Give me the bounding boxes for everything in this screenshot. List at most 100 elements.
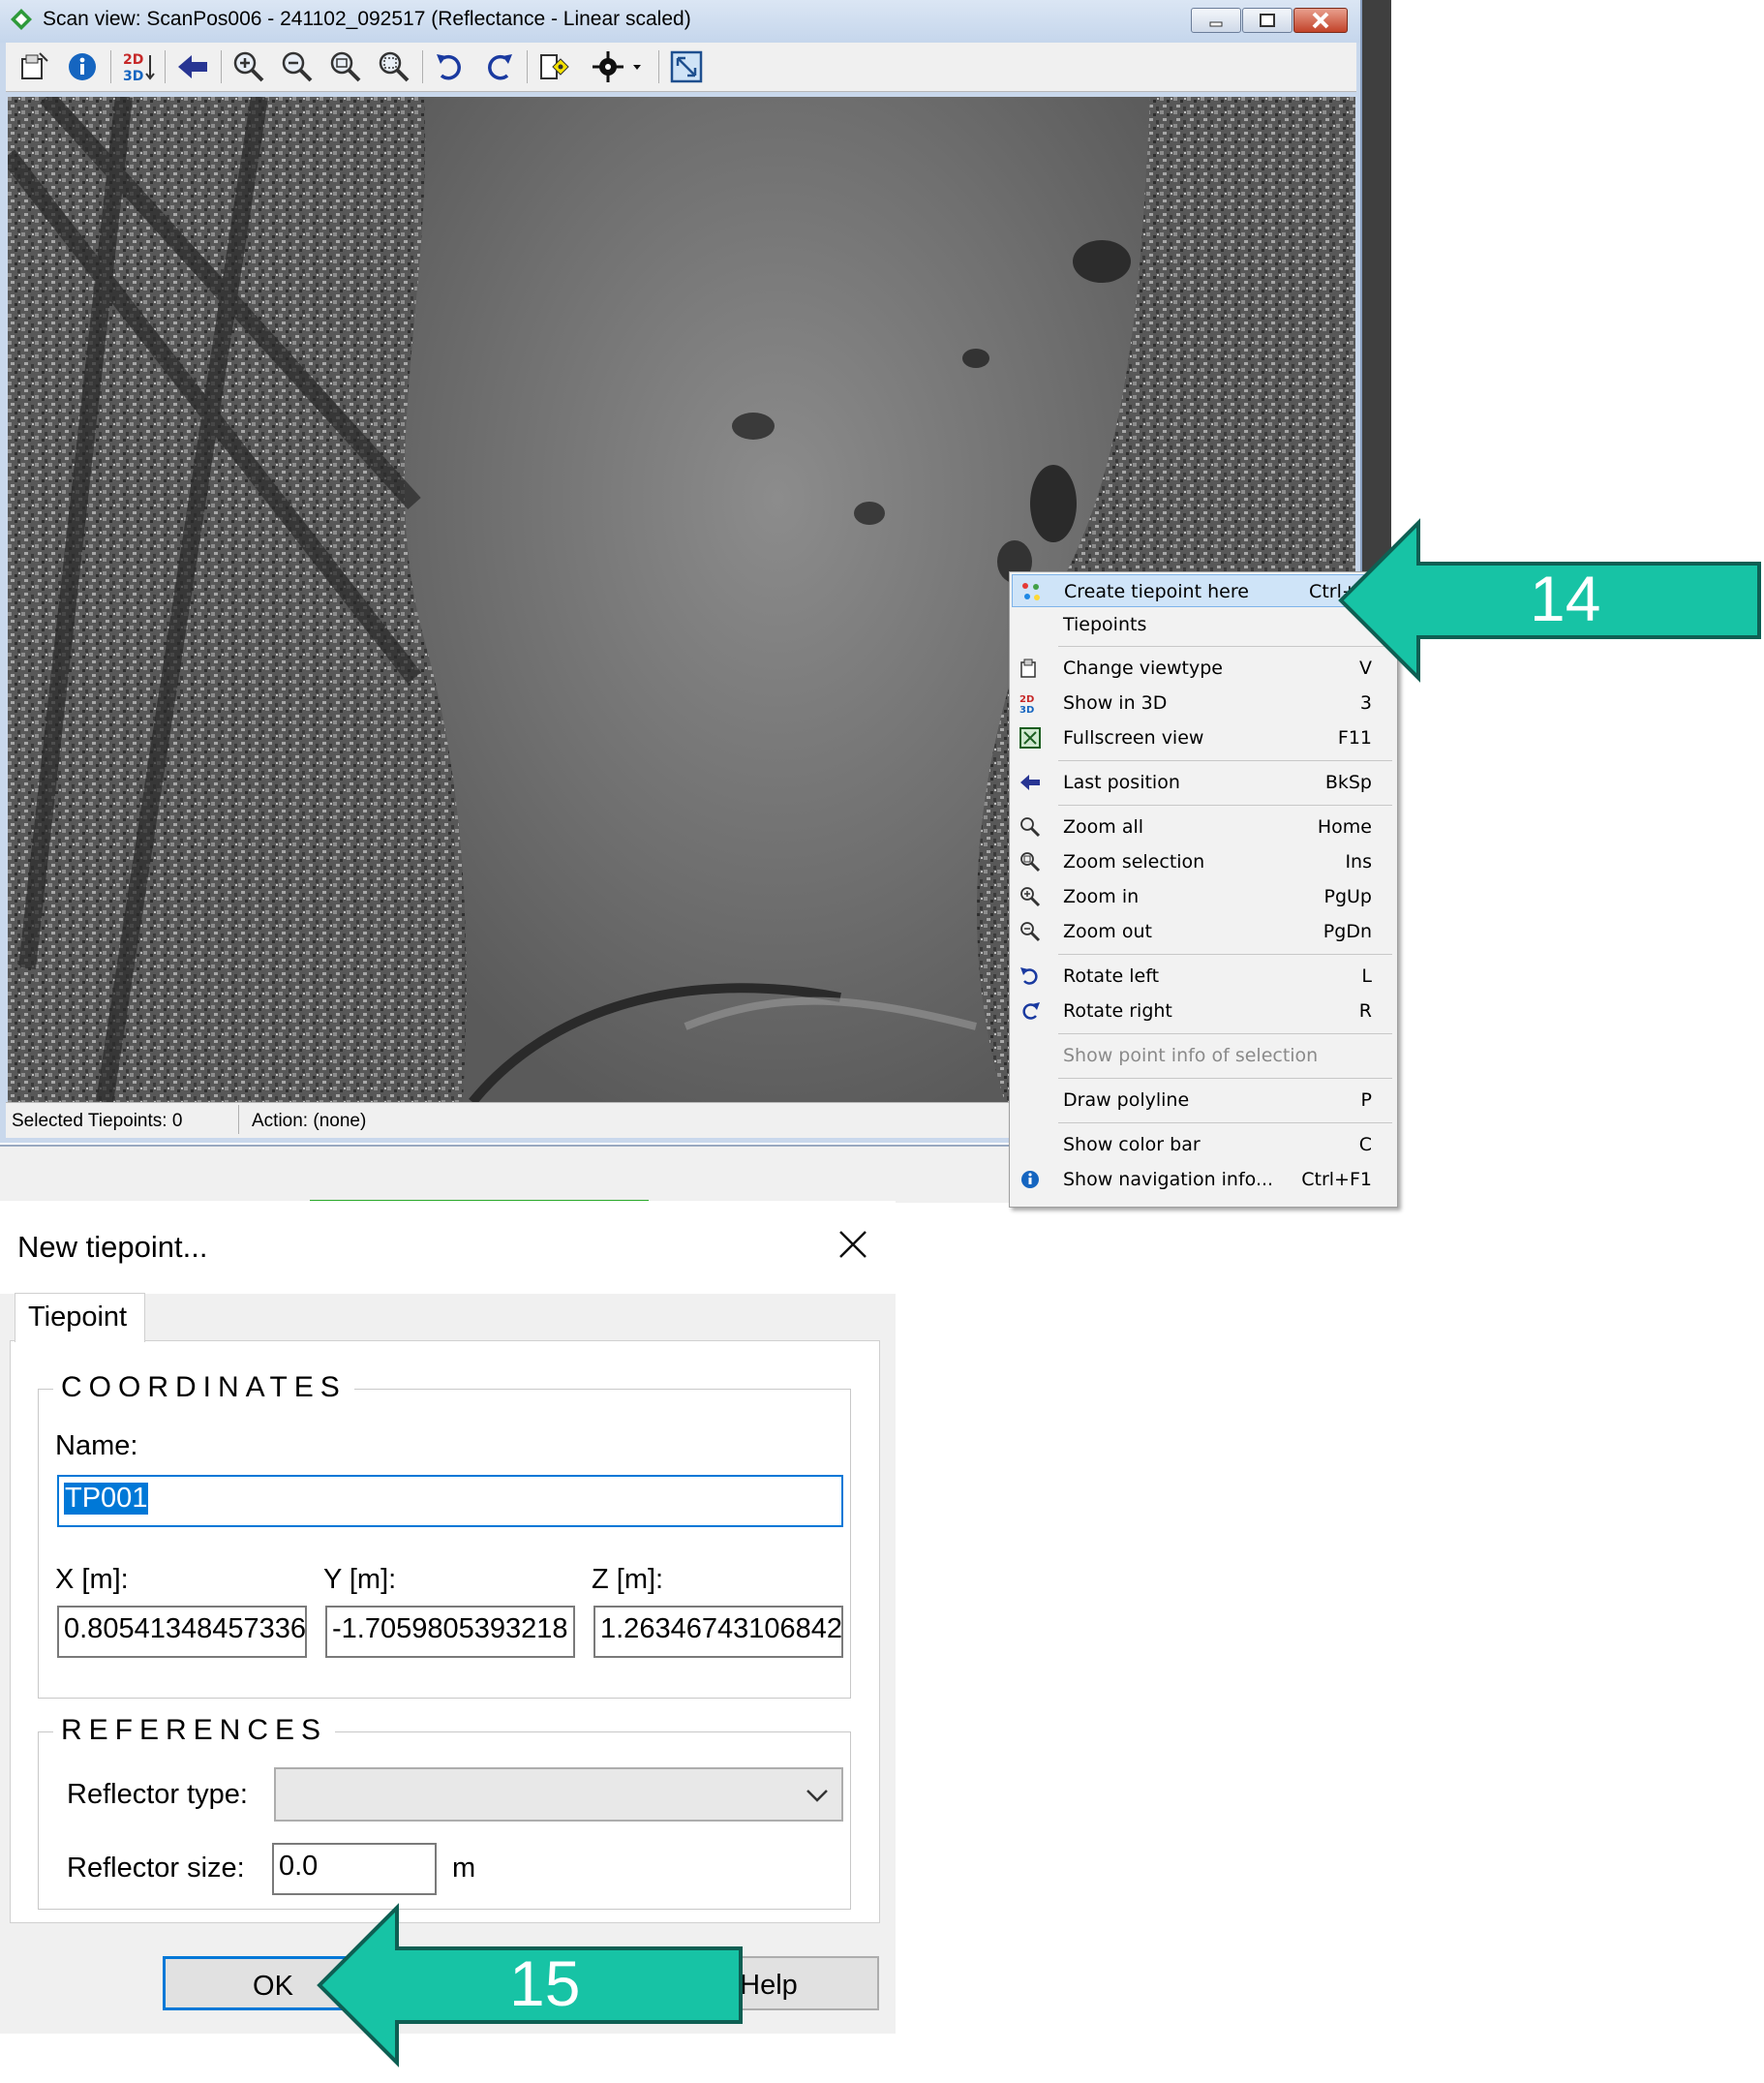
x-label: X [m]: bbox=[55, 1564, 129, 1595]
menu-item-label: Tiepoints bbox=[1063, 614, 1147, 635]
menu-item-draw-polyline[interactable]: Draw polyline P bbox=[1012, 1084, 1395, 1117]
x-coordinate-field[interactable]: 0.80541348457336 bbox=[57, 1606, 307, 1658]
menu-item-shortcut: PgUp bbox=[1323, 886, 1373, 907]
menu-item-shortcut: Ins bbox=[1345, 851, 1372, 873]
menu-item-zoom-all[interactable]: Zoom all Home bbox=[1012, 811, 1395, 843]
close-button[interactable] bbox=[1293, 8, 1348, 33]
menu-item-shortcut: C bbox=[1358, 1134, 1372, 1155]
menu-item-zoom-out[interactable]: Zoom out PgDn bbox=[1012, 915, 1395, 948]
menu-item-label: Draw polyline bbox=[1063, 1089, 1190, 1111]
menu-item-shortcut: PgDn bbox=[1323, 921, 1372, 942]
crosshair-icon bbox=[593, 51, 641, 82]
menu-item-label: Zoom out bbox=[1063, 921, 1152, 942]
crosshair-dropdown-button[interactable] bbox=[591, 48, 649, 85]
menu-item-label: Zoom in bbox=[1063, 886, 1140, 907]
info-icon bbox=[69, 53, 96, 80]
restore-icon bbox=[1260, 14, 1275, 27]
toolbar-separator bbox=[527, 50, 528, 83]
menu-item-shortcut: R bbox=[1358, 1000, 1372, 1022]
menu-item-label: Show in 3D bbox=[1063, 692, 1168, 714]
menu-item-zoom-in[interactable]: Zoom in PgUp bbox=[1012, 880, 1395, 913]
menu-item-label: Last position bbox=[1063, 772, 1180, 793]
minimize-icon bbox=[1209, 21, 1223, 27]
menu-item-fullscreen-view[interactable]: Fullscreen view F11 bbox=[1012, 721, 1395, 754]
reflector-size-unit: m bbox=[452, 1853, 476, 1884]
zoom-in-icon bbox=[233, 51, 264, 82]
toolbar: 2D 3D bbox=[6, 43, 1356, 92]
dialog-close-icon[interactable] bbox=[838, 1230, 867, 1259]
menu-item-last-position[interactable]: Last position BkSp bbox=[1012, 766, 1395, 799]
title-bar: Scan view: ScanPos006 - 241102_092517 (R… bbox=[0, 0, 1360, 43]
menu-item-label: Fullscreen view bbox=[1063, 727, 1204, 749]
tab-tiepoint[interactable]: Tiepoint bbox=[15, 1293, 145, 1342]
last-position-button[interactable] bbox=[174, 48, 211, 85]
reflector-size-label: Reflector size: bbox=[67, 1853, 245, 1884]
menu-item-label: Rotate left bbox=[1063, 965, 1160, 987]
zoom-selection-button[interactable] bbox=[376, 48, 412, 85]
menu-item-shortcut: Home bbox=[1317, 816, 1372, 838]
tab-label: Tiepoint bbox=[28, 1302, 128, 1333]
callout-number-14: 14 bbox=[1530, 563, 1601, 634]
info-button[interactable] bbox=[64, 48, 101, 85]
back-arrow-icon bbox=[178, 55, 207, 78]
dialog-title: New tiepoint... bbox=[17, 1230, 208, 1264]
svg-text:3D: 3D bbox=[123, 69, 143, 84]
menu-item-zoom-selection[interactable]: Zoom selection Ins bbox=[1012, 845, 1395, 878]
toolbar-separator bbox=[658, 50, 659, 83]
minimize-button[interactable] bbox=[1191, 8, 1241, 33]
y-label: Y [m]: bbox=[323, 1564, 397, 1595]
menu-item-show-color-bar[interactable]: Show color bar C bbox=[1012, 1128, 1395, 1161]
info-icon bbox=[1021, 1171, 1039, 1188]
tiepoint-button[interactable] bbox=[536, 48, 573, 85]
rotate-right-button[interactable] bbox=[480, 48, 517, 85]
zoom-out-button[interactable] bbox=[279, 48, 316, 85]
status-divider bbox=[238, 1105, 239, 1134]
menu-item-shortcut: 3 bbox=[1359, 692, 1372, 714]
menu-item-shortcut: Ctrl+F1 bbox=[1301, 1169, 1372, 1190]
fullscreen-button[interactable] bbox=[668, 48, 705, 85]
z-coordinate-field[interactable]: 1.26346743106842 bbox=[593, 1606, 843, 1658]
zoom-in-button[interactable] bbox=[230, 48, 267, 85]
zoom-in-icon bbox=[1020, 887, 1041, 907]
y-coordinate-field[interactable]: -1.7059805393218 bbox=[325, 1606, 575, 1658]
menu-separator bbox=[1058, 954, 1392, 955]
coordinates-group-title: COORDINATES bbox=[53, 1371, 354, 1404]
menu-item-label: Show point info of selection bbox=[1063, 1045, 1319, 1066]
menu-item-show-navigation-info[interactable]: Show navigation info... Ctrl+F1 bbox=[1012, 1163, 1395, 1196]
rotate-left-icon bbox=[1020, 967, 1038, 985]
menu-item-rotate-right[interactable]: Rotate right R bbox=[1012, 995, 1395, 1027]
menu-item-rotate-left[interactable]: Rotate left L bbox=[1012, 960, 1395, 993]
y-coordinate-value: -1.7059805393218 bbox=[332, 1613, 568, 1644]
toolbar-separator bbox=[422, 50, 423, 83]
svg-text:2D: 2D bbox=[123, 52, 143, 68]
reflector-size-field[interactable]: 0.0 bbox=[272, 1843, 437, 1895]
name-field[interactable]: TP001 bbox=[57, 1475, 843, 1527]
menu-separator bbox=[1058, 1078, 1392, 1079]
svg-text:2D: 2D bbox=[1019, 694, 1034, 705]
rotate-left-button[interactable] bbox=[432, 48, 469, 85]
chevron-down-icon bbox=[806, 1790, 828, 1802]
maximize-button[interactable] bbox=[1242, 8, 1293, 33]
menu-item-shortcut: L bbox=[1361, 965, 1372, 987]
zoom-all-button[interactable] bbox=[327, 48, 364, 85]
menu-item-show-in-3d[interactable]: 2D 3D Show in 3D 3 bbox=[1012, 687, 1395, 720]
name-field-value: TP001 bbox=[64, 1483, 149, 1515]
menu-separator bbox=[1058, 1033, 1392, 1034]
callout-number-15: 15 bbox=[509, 1947, 581, 2019]
menu-item-label: Change viewtype bbox=[1063, 658, 1223, 679]
tab-panel: COORDINATES Name: TP001 X [m]: 0.8054134… bbox=[10, 1340, 880, 1923]
viewtype-icon bbox=[1020, 659, 1036, 678]
menu-item-label: Zoom all bbox=[1063, 816, 1144, 838]
reflector-type-select[interactable] bbox=[274, 1767, 843, 1822]
reflector-size-value: 0.0 bbox=[279, 1851, 319, 1882]
menu-separator bbox=[1058, 760, 1392, 761]
2d-3d-button[interactable]: 2D 3D bbox=[120, 48, 157, 85]
close-icon bbox=[1312, 12, 1329, 29]
menu-item-show-point-info: Show point info of selection bbox=[1012, 1039, 1395, 1072]
rotate-left-icon bbox=[437, 54, 461, 80]
viewtype-button[interactable] bbox=[15, 48, 52, 85]
menu-item-label: Show navigation info... bbox=[1063, 1169, 1274, 1190]
fullscreen-icon bbox=[1019, 727, 1041, 749]
tiepoint-icon bbox=[1022, 583, 1040, 600]
app-icon bbox=[11, 9, 32, 30]
